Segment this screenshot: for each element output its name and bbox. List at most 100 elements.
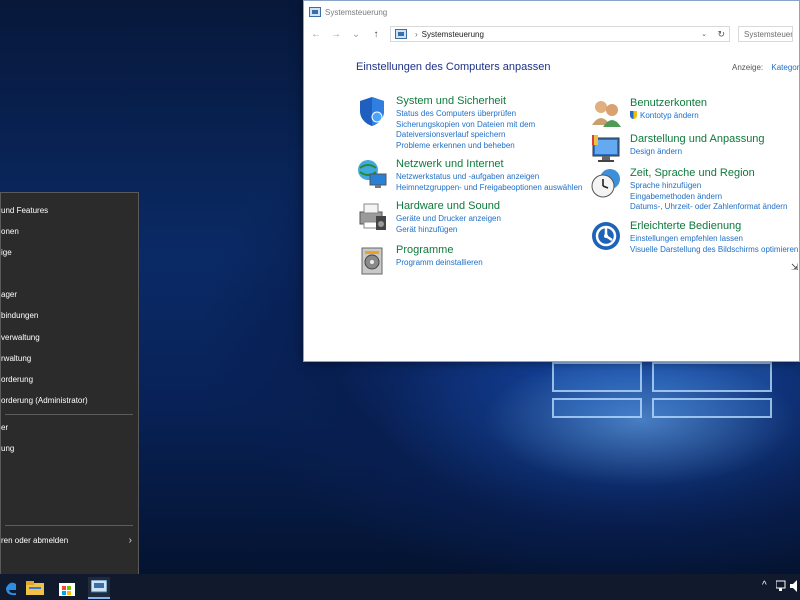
address-dropdown-icon[interactable]: ⌄ [701,30,707,38]
menu-item-power-options[interactable]: onen [1,222,138,240]
menu-item-label: er [1,422,9,432]
task-link[interactable]: Geräte und Drucker anzeigen [396,214,501,225]
menu-item-search[interactable] [1,481,138,499]
control-panel-icon [395,29,407,39]
users-icon [590,97,622,129]
category-title[interactable]: Erleichterte Bedienung [630,220,798,232]
control-panel-taskbar-icon[interactable] [88,577,110,599]
menu-item-command-prompt-admin[interactable]: orderung (Administrator) [1,391,138,409]
task-link[interactable]: Heimnetzgruppen- und Freigabeoptionen au… [396,183,582,194]
menu-item-apps-features[interactable]: und Features [1,201,138,219]
network-tray-icon[interactable] [775,580,788,595]
window-titlebar[interactable]: Systemsteuerung [304,1,799,23]
accessibility-icon [590,220,622,252]
taskbar: ^ [0,574,800,600]
view-label: Anzeige: [732,63,764,72]
menu-divider [5,414,133,415]
menu-item-system[interactable] [1,264,138,282]
menu-item-event-viewer[interactable]: ige [1,243,138,261]
tray-chevron-icon[interactable]: ^ [762,580,767,591]
shield-icon [356,95,388,127]
edge-browser-icon[interactable] [0,577,22,599]
category-title[interactable]: Darstellung und Anpassung [630,133,765,145]
window-title: Systemsteuerung [325,7,388,17]
view-selector: Anzeige: Kategorie [732,63,800,72]
category-title[interactable]: Zeit, Sprache und Region [630,167,787,179]
menu-item-computer-management[interactable]: rwaltung [1,349,138,367]
category-title[interactable]: System und Sicherheit [396,95,535,107]
wallpaper-window-pane [552,398,642,418]
task-link[interactable]: Sprache hinzufügen [630,181,787,192]
category-time-language-region: Zeit, Sprache und Region Sprache hinzufü… [590,167,787,213]
control-panel-icon [309,7,321,17]
menu-item-network-connections[interactable]: bindungen [1,306,138,324]
address-bar[interactable]: › Systemsteuerung ⌄ ↻ [390,26,730,42]
breadcrumb-separator: › [415,29,418,39]
menu-item-label: onen [1,226,19,236]
display-icon [590,133,622,165]
clock-globe-icon [590,167,622,199]
category-programs: Programme Programm deinstallieren [356,244,483,276]
file-explorer-icon[interactable] [24,577,46,599]
menu-item-file-explorer[interactable] [1,460,138,478]
menu-item-run[interactable] [1,502,138,520]
category-title[interactable]: Netzwerk und Internet [396,158,582,170]
task-link[interactable]: Einstellungen empfehlen lassen [630,234,798,245]
network-globe-icon [356,158,388,190]
forward-arrow-icon[interactable]: → [330,29,342,40]
menu-item-label: orderung [1,374,34,384]
task-link[interactable]: Netzwerkstatus und -aufgaben anzeigen [396,172,582,183]
resize-cursor-icon: ⇲ [791,262,799,272]
menu-item-shutdown-signout[interactable]: ren oder abmelden › [1,531,138,549]
up-arrow-icon[interactable]: ↑ [370,29,382,40]
wallpaper-window-pane [652,398,772,418]
wallpaper-window-pane [552,362,642,392]
task-link[interactable]: Gerät hinzufügen [396,225,501,236]
task-link[interactable]: Visuelle Darstellung des Bildschirms opt… [630,245,798,256]
category-network-internet: Netzwerk und Internet Netzwerkstatus und… [356,158,582,193]
breadcrumb-location[interactable]: Systemsteuerung [422,30,484,39]
menu-item-device-manager[interactable]: ager [1,285,138,303]
task-link[interactable]: Datums-, Uhrzeit- oder Zahlenformat ände… [630,202,787,213]
category-title[interactable]: Hardware und Sound [396,200,501,212]
menu-item-task-manager[interactable]: er [1,418,138,436]
task-link[interactable]: Design ändern [630,147,765,158]
task-link[interactable]: Probleme erkennen und beheben [396,141,535,152]
view-mode-dropdown[interactable]: Kategorie [771,63,800,72]
printer-speaker-icon [356,200,388,232]
category-appearance: Darstellung und Anpassung Design ändern [590,133,765,165]
menu-item-label: verwaltung [1,332,40,342]
refresh-icon[interactable]: ↻ [717,29,725,40]
menu-item-disk-management[interactable]: verwaltung [1,328,138,346]
category-title[interactable]: Programme [396,244,483,256]
category-user-accounts: Benutzerkonten Kontotyp ändern [590,97,707,129]
navigation-bar: ← → ⌄ ↑ › Systemsteuerung ⌄ ↻ Systemsteu… [304,23,799,45]
control-panel-window: Systemsteuerung ← → ⌄ ↑ › Systemsteuerun… [303,0,800,362]
task-link[interactable]: Kontotyp ändern [630,111,707,122]
power-user-menu: und Features onen ige ager bindungen ver… [0,192,139,576]
back-arrow-icon[interactable]: ← [310,29,322,40]
task-link[interactable]: Status des Computers überprüfen [396,109,535,120]
recent-locations-icon[interactable]: ⌄ [350,29,362,40]
category-title[interactable]: Benutzerkonten [630,97,707,109]
task-link[interactable]: Programm deinstallieren [396,258,483,269]
store-icon[interactable] [56,577,78,599]
volume-tray-icon[interactable] [790,580,800,595]
programs-disc-icon [356,244,388,276]
menu-item-label: ren oder abmelden [1,535,69,545]
submenu-arrow-icon: › [128,534,132,546]
menu-item-label: und Features [1,205,49,215]
task-link[interactable]: Dateiversionsverlauf speichern [396,130,535,141]
menu-item-label: ager [1,289,18,299]
search-input[interactable]: Systemsteuerung d [738,26,793,42]
wallpaper-window-pane [652,362,772,392]
menu-item-label: ige [1,247,12,257]
category-hardware-sound: Hardware und Sound Geräte und Drucker an… [356,200,501,235]
task-link[interactable]: Eingabemethoden ändern [630,192,787,203]
menu-item-label: ung [1,443,15,453]
menu-item-label: orderung (Administrator) [1,395,88,405]
menu-item-control-panel[interactable]: ung [1,439,138,457]
task-link[interactable]: Sicherungskopien von Dateien mit dem [396,120,535,131]
menu-item-command-prompt[interactable]: orderung [1,370,138,388]
category-ease-of-access: Erleichterte Bedienung Einstellungen emp… [590,220,798,255]
